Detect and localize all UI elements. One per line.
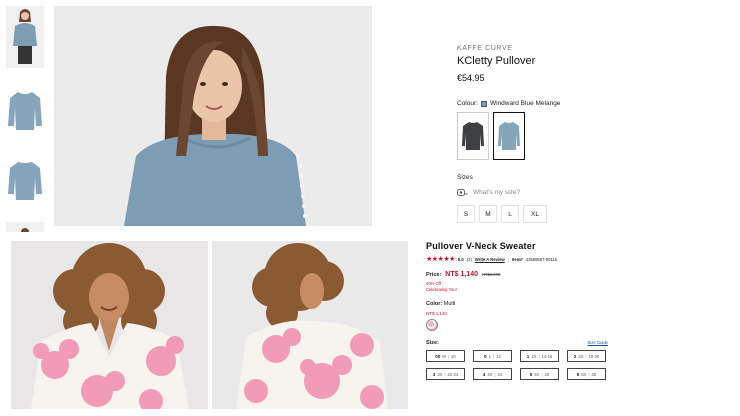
- promo-text: Celebrating You!: [426, 287, 457, 292]
- size-alpha: M: [442, 353, 446, 359]
- sizes-label: Sizes: [457, 174, 473, 181]
- separator: |: [507, 256, 509, 262]
- color-swatch-multi[interactable]: [426, 319, 438, 331]
- color-label: Color:: [426, 301, 443, 307]
- discount-badge: 40% Off: [426, 281, 442, 286]
- brand-name: KAFFE CURVE: [457, 45, 513, 52]
- size-divider: |: [493, 353, 495, 359]
- size-num: 2: [573, 353, 577, 359]
- size-range: 26: [544, 371, 550, 377]
- size-alpha: 1X: [531, 353, 537, 359]
- thumbnail-strip: [6, 6, 44, 242]
- size-range: 24: [497, 371, 503, 377]
- product-title: KCletty Pullover: [457, 55, 536, 67]
- color-price: NT$ 1,140: [426, 311, 448, 316]
- size-range: 30: [591, 371, 597, 377]
- size-option-00[interactable]: 00 M | 10: [426, 350, 465, 362]
- price-label: Price:: [426, 272, 442, 278]
- size-alpha: 2X: [578, 353, 584, 359]
- size-num: 00: [435, 353, 441, 359]
- product-details-2: Pullover V-Neck Sweater ★★★★★ 5.0 (2) Wr…: [426, 241, 608, 380]
- colour-swatch-icon: [480, 100, 487, 107]
- price-original: NT$1,900: [481, 272, 501, 277]
- size-divider: |: [494, 371, 496, 377]
- product-image-back: [212, 241, 408, 409]
- size-divider: |: [585, 353, 587, 359]
- color-selection: Color: Multi: [426, 301, 608, 307]
- size-option-0[interactable]: 0 L | 12: [473, 350, 512, 362]
- product-price: €54.95: [457, 73, 485, 83]
- size-divider: |: [541, 371, 543, 377]
- size-range: 22-24: [447, 371, 459, 377]
- thumbnail-model-front[interactable]: [6, 6, 44, 68]
- size-option-s[interactable]: S: [457, 205, 475, 223]
- thumbnail-more[interactable]: [6, 222, 44, 232]
- colour-selection: Colour: Windward Blue Melange: [457, 100, 727, 107]
- size-divider: |: [588, 371, 590, 377]
- size-option-l[interactable]: L: [501, 205, 519, 223]
- size-num: 1: [526, 353, 530, 359]
- size-num: 3: [432, 371, 436, 377]
- color-value: Multi: [443, 301, 456, 307]
- whats-my-size-link[interactable]: What's my size?: [457, 189, 727, 196]
- size-option-3[interactable]: 3 3X | 22-24: [426, 368, 465, 380]
- colour-option-windward-blue[interactable]: [493, 112, 525, 160]
- size-num: 0: [484, 353, 487, 359]
- rating-row: ★★★★★ 5.0 (2) Write A Review | Item# 435…: [426, 255, 608, 263]
- size-options: S M L XL: [457, 205, 727, 223]
- item-number: 43565557-00115: [525, 256, 558, 262]
- product-title-2: Pullover V-Neck Sweater: [426, 241, 536, 251]
- colour-option-dark-grey[interactable]: [457, 112, 489, 160]
- product-image-front: [11, 241, 208, 409]
- colour-options: [457, 112, 727, 160]
- price-current: NT$ 1,140: [445, 271, 478, 278]
- main-product-image: [54, 6, 372, 226]
- product-details: KAFFE CURVE KCletty Pullover €54.95 Colo…: [457, 45, 727, 223]
- tape-measure-icon: [457, 189, 468, 196]
- size-option-4[interactable]: 4 4X | 24: [473, 368, 512, 380]
- item-label: Item#: [511, 256, 523, 262]
- size-divider: |: [447, 353, 450, 359]
- review-count: (2): [466, 256, 472, 262]
- size-range: 18-20: [588, 353, 600, 359]
- size-range: 14-16: [541, 353, 553, 359]
- size-alpha: L: [488, 353, 492, 359]
- write-review-link[interactable]: Write A Review: [475, 257, 505, 262]
- size-grid: 00 M | 10 0 L | 12 1 1X | 14-16 2 2X | 18-20 3 3X | 22-…: [426, 350, 608, 380]
- star-rating-icon: ★★★★★: [426, 256, 455, 263]
- size-label: Size:: [426, 340, 439, 346]
- size-num: 6: [576, 371, 580, 377]
- size-option-5[interactable]: 5 5X | 26: [520, 368, 559, 380]
- size-alpha: 4X: [487, 371, 493, 377]
- size-num: 4: [482, 371, 486, 377]
- size-option-2[interactable]: 2 2X | 18-20: [567, 350, 606, 362]
- thumbnail-flat-front[interactable]: [6, 78, 44, 140]
- size-option-1[interactable]: 1 1X | 14-16: [520, 350, 559, 362]
- whats-my-size-text: What's my size?: [473, 189, 521, 196]
- size-num: 5: [529, 371, 533, 377]
- size-divider: |: [538, 353, 540, 359]
- size-alpha: 6X: [581, 371, 587, 377]
- price-row: Price: NT$ 1,140 NT$1,900: [426, 271, 608, 278]
- size-header: Size: Size Guide: [426, 340, 608, 346]
- size-alpha: 3X: [437, 371, 443, 377]
- colour-value: Windward Blue Melange: [489, 100, 561, 107]
- size-alpha: 5X: [534, 371, 540, 377]
- size-option-xl[interactable]: XL: [523, 205, 547, 223]
- size-range: 10: [451, 353, 456, 359]
- size-divider: |: [444, 371, 446, 377]
- colour-label: Colour:: [457, 100, 478, 107]
- size-range: 12: [496, 353, 501, 359]
- rating-value: 5.0: [457, 256, 464, 262]
- thumbnail-flat-back[interactable]: [6, 150, 44, 212]
- size-option-m[interactable]: M: [479, 205, 497, 223]
- size-guide-link[interactable]: Size Guide: [588, 340, 608, 346]
- size-option-6[interactable]: 6 6X | 30: [567, 368, 606, 380]
